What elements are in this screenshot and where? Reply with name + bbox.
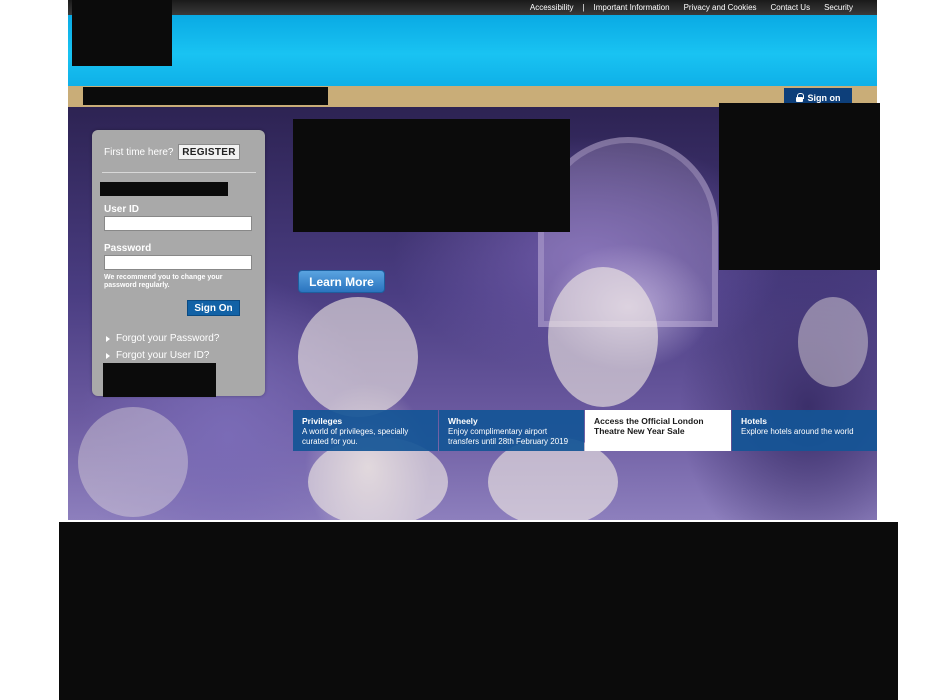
- header-banner: [68, 15, 877, 86]
- triangle-bullet-icon: [106, 335, 110, 342]
- forgot-user-id-label: Forgot your User ID?: [116, 350, 210, 361]
- nav-redacted: [83, 87, 328, 105]
- panel-footer-redacted: [103, 363, 216, 397]
- promo-title: Privileges: [302, 416, 343, 426]
- promo-text: Explore hotels around the world: [741, 427, 854, 436]
- accessibility-link[interactable]: Accessibility: [530, 3, 574, 12]
- sign-on-tab-label: Sign on: [807, 92, 841, 103]
- link-separator: |: [582, 3, 585, 12]
- login-panel: First time here? REGISTER User ID Passwo…: [92, 130, 265, 397]
- user-id-label: User ID: [104, 204, 140, 215]
- security-link[interactable]: Security: [824, 3, 853, 12]
- promo-title: Hotels: [741, 416, 767, 426]
- learn-more-button[interactable]: Learn More: [298, 270, 385, 293]
- hero-performer: [798, 297, 868, 387]
- hero-headline-redacted: [293, 119, 570, 232]
- panel-heading-redacted: [100, 182, 228, 196]
- promo-text: A world of privileges, specially curated…: [302, 427, 409, 446]
- first-time-text: First time here?: [104, 147, 174, 158]
- user-id-input[interactable]: [104, 216, 252, 231]
- hero-performer: [548, 267, 658, 407]
- utility-bar: Accessibility | Important Information Pr…: [68, 0, 877, 15]
- promo-title: Access the Official London Theatre New Y…: [594, 416, 704, 436]
- password-hint: We recommend you to change your password…: [104, 274, 223, 289]
- promo-title: Wheely: [448, 416, 478, 426]
- logo-redacted: [72, 0, 172, 66]
- register-button[interactable]: REGISTER: [178, 144, 240, 160]
- triangle-bullet-icon: [106, 352, 110, 359]
- promo-theatre-sale[interactable]: Access the Official London Theatre New Y…: [585, 410, 731, 451]
- hero-performer: [78, 407, 188, 517]
- panel-divider: [102, 172, 256, 173]
- password-input[interactable]: [104, 255, 252, 270]
- sign-on-button[interactable]: Sign On: [187, 300, 240, 316]
- footer-redacted: [59, 522, 898, 700]
- forgot-user-id-link[interactable]: Forgot your User ID?: [106, 350, 209, 361]
- important-information-link[interactable]: Important Information: [594, 3, 670, 12]
- promo-text: Enjoy complimentary airport transfers un…: [448, 427, 569, 446]
- contact-us-link[interactable]: Contact Us: [771, 3, 811, 12]
- utility-links: Accessibility | Important Information Pr…: [530, 2, 853, 13]
- forgot-password-label: Forgot your Password?: [116, 333, 220, 344]
- privacy-cookies-link[interactable]: Privacy and Cookies: [684, 3, 757, 12]
- lock-icon: [795, 93, 804, 102]
- forgot-password-link[interactable]: Forgot your Password?: [106, 333, 219, 344]
- password-label: Password: [104, 243, 152, 254]
- side-banner-redacted: [719, 103, 880, 270]
- promo-hotels[interactable]: Hotels Explore hotels around the world: [732, 410, 877, 451]
- promo-privileges[interactable]: Privileges A world of privileges, specia…: [293, 410, 438, 451]
- promo-wheely[interactable]: Wheely Enjoy complimentary airport trans…: [439, 410, 584, 451]
- hero-performer: [298, 297, 418, 417]
